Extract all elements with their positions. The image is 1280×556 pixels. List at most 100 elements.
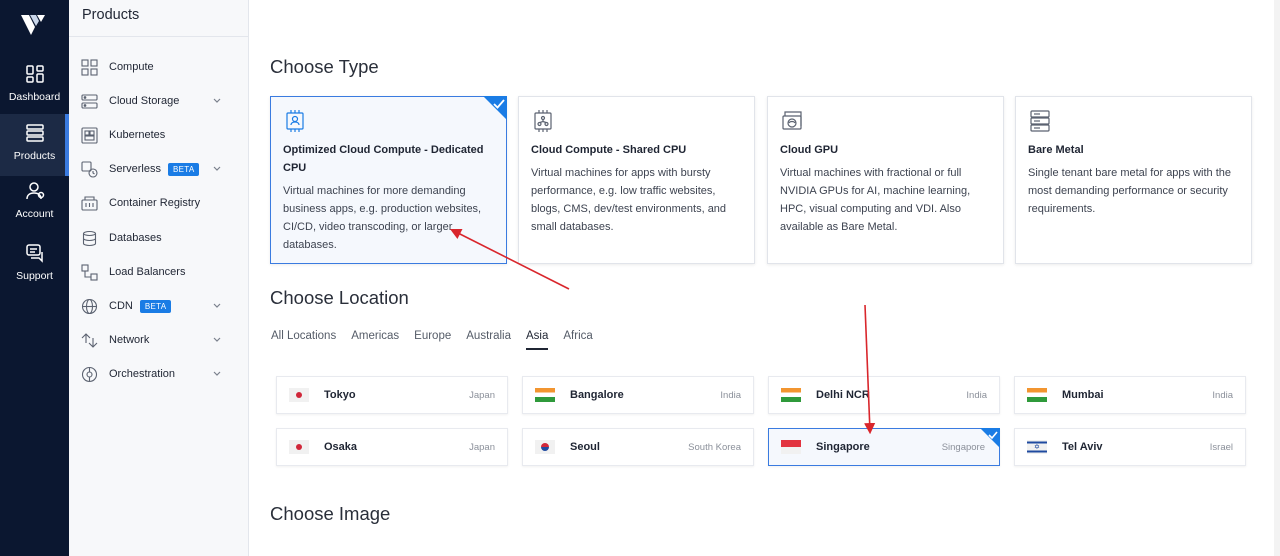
chevron-down-icon[interactable] (212, 335, 222, 345)
rail-label-dashboard: Dashboard (8, 91, 61, 103)
product-label-orchestration: Orchestration (109, 368, 176, 380)
account-icon (25, 182, 44, 200)
location-country: Japan (469, 441, 495, 453)
type-card-optimized-cloud-compute[interactable]: Optimized Cloud Compute - Dedicated CPU … (270, 96, 507, 264)
tab-europe[interactable]: Europe (414, 330, 451, 350)
type-name: Bare Metal (1028, 144, 1084, 156)
product-item-kubernetes[interactable]: Kubernetes (69, 118, 249, 152)
product-item-network[interactable]: Network (69, 323, 249, 357)
product-item-orchestration[interactable]: Orchestration (69, 357, 249, 391)
location-bangalore[interactable]: Bangalore India (522, 376, 754, 414)
rail-item-support[interactable]: Support (0, 242, 69, 300)
rail-item-dashboard[interactable]: Dashboard (0, 63, 69, 121)
japan-flag-icon (289, 440, 309, 454)
vultr-logo-icon[interactable] (21, 13, 49, 37)
bare-metal-icon (1030, 110, 1050, 132)
location-country: India (720, 389, 741, 401)
rail-item-account[interactable]: Account (0, 180, 69, 238)
location-country: India (1212, 389, 1233, 401)
location-osaka[interactable]: Osaka Japan (276, 428, 508, 466)
location-city: Singapore (816, 441, 870, 453)
type-description: Virtual machines for apps with bursty pe… (531, 167, 727, 233)
main-content: Choose Type Optimized Cloud Compute - De… (250, 0, 1280, 556)
india-flag-icon (535, 388, 555, 402)
type-card-bare-metal[interactable]: Bare Metal Single tenant bare metal for … (1015, 96, 1252, 264)
tab-australia[interactable]: Australia (466, 330, 511, 350)
india-flag-icon (781, 388, 801, 402)
chevron-down-icon[interactable] (212, 96, 222, 106)
product-item-compute[interactable]: Compute (69, 50, 249, 84)
product-label-cloud-storage: Cloud Storage (109, 95, 180, 107)
product-item-serverless[interactable]: Serverless BETA (69, 152, 249, 186)
type-name: Cloud Compute - Shared CPU (531, 144, 687, 156)
shared-cpu-icon (534, 110, 552, 132)
product-label-load-balancers: Load Balancers (109, 266, 186, 278)
product-label-container-registry: Container Registry (109, 197, 201, 209)
type-card-cloud-gpu[interactable]: Cloud GPU Virtual machines with fraction… (767, 96, 1004, 264)
product-item-cdn[interactable]: CDN BETA (69, 289, 249, 323)
location-mumbai[interactable]: Mumbai India (1014, 376, 1246, 414)
tab-americas[interactable]: Americas (351, 330, 399, 350)
location-city: Tel Aviv (1062, 441, 1103, 453)
rail-item-products[interactable]: Products (0, 114, 69, 176)
choose-image-title: Choose Image (270, 503, 391, 524)
chevron-down-icon[interactable] (212, 369, 222, 379)
location-city: Tokyo (324, 389, 356, 401)
product-item-cloud-storage[interactable]: Cloud Storage (69, 84, 249, 118)
product-item-databases[interactable]: Databases (69, 221, 249, 255)
tab-all-locations[interactable]: All Locations (271, 330, 336, 350)
type-card-cloud-compute-shared[interactable]: Cloud Compute - Shared CPU Virtual machi… (518, 96, 755, 264)
support-icon (25, 244, 43, 263)
south-korea-flag-icon (535, 440, 555, 454)
gpu-icon (782, 111, 802, 130)
rail-label-account: Account (15, 208, 54, 220)
cdn-icon (81, 298, 98, 314)
location-country: Israel (1209, 441, 1233, 453)
location-tabs: All Locations Americas Europe Australia … (271, 330, 608, 350)
network-icon (81, 332, 98, 348)
product-item-load-balancers[interactable]: Load Balancers (69, 255, 249, 289)
location-seoul[interactable]: Seoul South Korea (522, 428, 754, 466)
location-tel-aviv[interactable]: ✡ Tel Aviv Israel (1014, 428, 1246, 466)
product-item-container-registry[interactable]: Container Registry (69, 186, 249, 220)
kubernetes-icon (81, 126, 98, 144)
scrollbar[interactable] (1274, 0, 1280, 556)
container-registry-icon (81, 195, 98, 211)
singapore-flag-icon (781, 440, 801, 454)
choose-location-title: Choose Location (270, 287, 409, 308)
chevron-down-icon[interactable] (212, 164, 222, 174)
location-city: Seoul (570, 441, 600, 453)
product-label-serverless: Serverless (109, 163, 161, 175)
location-singapore[interactable]: Singapore Singapore (768, 428, 1000, 466)
location-city: Bangalore (570, 389, 624, 401)
left-rail: Dashboard Products Account Support (0, 0, 69, 556)
tab-asia[interactable]: Asia (526, 330, 549, 350)
orchestration-icon (81, 366, 98, 382)
location-tokyo[interactable]: Tokyo Japan (276, 376, 508, 414)
location-delhi-ncr[interactable]: Delhi NCR India (768, 376, 1000, 414)
load-balancers-icon (81, 263, 98, 281)
products-title: Products (69, 0, 248, 37)
databases-icon (82, 230, 97, 246)
dedicated-cpu-icon (286, 110, 304, 132)
location-city: Osaka (324, 441, 358, 453)
selected-check-icon (483, 96, 507, 120)
cloud-storage-icon (81, 93, 98, 109)
chevron-down-icon[interactable] (212, 301, 222, 311)
location-country: Japan (469, 389, 495, 401)
products-icon (25, 124, 44, 142)
tab-africa[interactable]: Africa (563, 330, 592, 350)
beta-badge: BETA (167, 162, 200, 176)
japan-flag-icon (289, 388, 309, 402)
product-label-cdn: CDN (109, 300, 133, 312)
israel-flag-icon: ✡ (1027, 440, 1047, 454)
location-country: South Korea (688, 441, 741, 453)
product-label-compute: Compute (109, 61, 154, 73)
location-city: Mumbai (1062, 389, 1104, 401)
type-description: Virtual machines with fractional or full… (780, 167, 971, 233)
location-country: Singapore (941, 441, 985, 453)
product-label-network: Network (109, 334, 150, 346)
product-label-kubernetes: Kubernetes (109, 129, 166, 141)
type-description: Virtual machines for more demanding busi… (283, 185, 482, 251)
selected-check-icon (980, 428, 1000, 448)
